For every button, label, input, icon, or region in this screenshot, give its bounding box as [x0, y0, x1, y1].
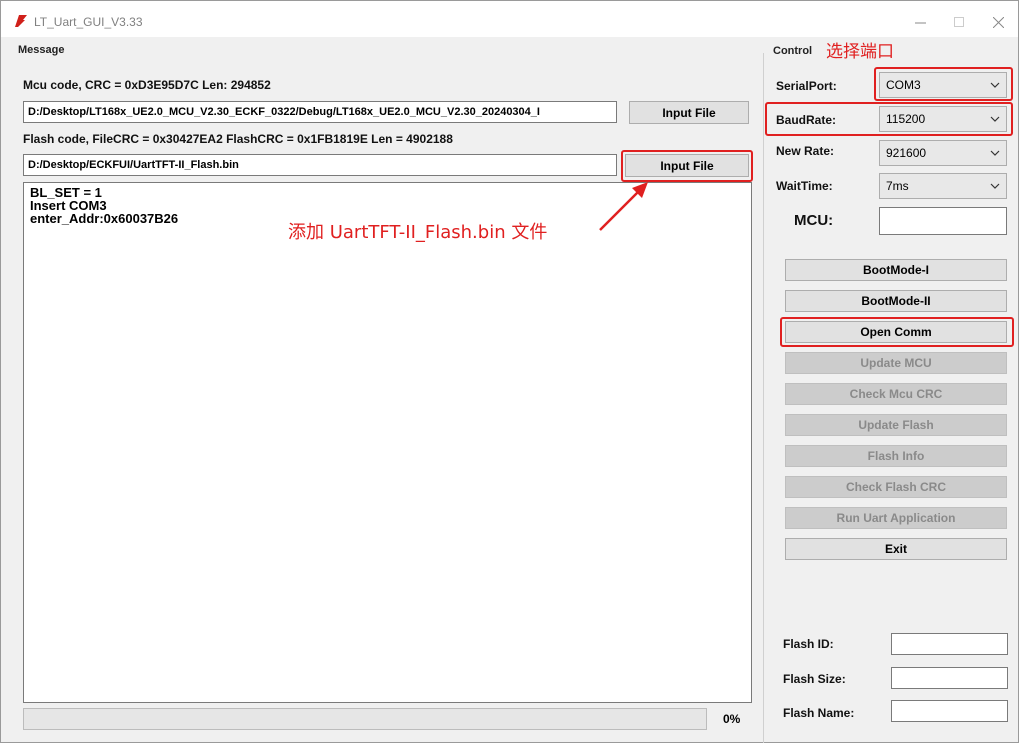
minimize-icon — [914, 22, 926, 23]
flash-id-label: Flash ID: — [783, 637, 834, 651]
highlight-baud-rate — [765, 102, 1013, 136]
mcu-label: MCU: — [794, 212, 834, 229]
flash-id-field[interactable] — [891, 633, 1008, 655]
wait-time-value: 7ms — [886, 179, 909, 193]
new-rate-value: 921600 — [886, 146, 927, 160]
group-separator — [763, 53, 764, 743]
mcu-code-label: Mcu code, CRC = 0xD3E95D7C Len: 294852 — [23, 78, 271, 92]
bootmode-1-button[interactable]: BootMode-I — [785, 259, 1007, 281]
new-rate-select[interactable]: 921600 — [879, 140, 1007, 166]
exit-button[interactable]: Exit — [785, 538, 1007, 560]
bootmode-2-button[interactable]: BootMode-II — [785, 290, 1007, 312]
flash-file-path-input[interactable]: D:/Desktop/ECKFUI/UartTFT-II_Flash.bin — [23, 154, 617, 176]
message-group-label: Message — [18, 44, 65, 56]
maximize-button[interactable] — [939, 9, 979, 35]
flash-size-field[interactable] — [891, 667, 1008, 689]
app-window: LT_Uart_GUI_V3.33 Message Mcu code, CRC … — [0, 0, 1019, 743]
highlight-serial-port — [874, 67, 1013, 101]
app-logo-icon — [14, 14, 28, 31]
progress-percent: 0% — [723, 712, 741, 726]
annotation-arrow-icon — [599, 182, 648, 231]
flash-name-field[interactable] — [891, 700, 1008, 722]
flash-name-label: Flash Name: — [783, 706, 855, 720]
control-group-label: Control — [773, 45, 813, 57]
check-mcu-crc-button[interactable]: Check Mcu CRC — [785, 383, 1007, 405]
chevron-down-icon — [990, 150, 1000, 156]
message-log[interactable]: BL_SET = 1 Insert COM3 enter_Addr:0x6003… — [23, 182, 752, 703]
flash-size-label: Flash Size: — [783, 672, 846, 686]
maximize-icon — [954, 17, 964, 27]
mcu-file-path-input[interactable]: D:/Desktop/LT168x_UE2.0_MCU_V2.30_ECKF_0… — [23, 101, 617, 123]
close-icon — [992, 16, 1004, 28]
mcu-field[interactable] — [879, 207, 1007, 235]
serial-port-label: SerialPort: — [776, 79, 837, 93]
mcu-input-file-button[interactable]: Input File — [629, 101, 749, 124]
wait-time-label: WaitTime: — [776, 179, 833, 193]
check-flash-crc-button[interactable]: Check Flash CRC — [785, 476, 1007, 498]
flash-info-button[interactable]: Flash Info — [785, 445, 1007, 467]
run-uart-application-button[interactable]: Run Uart Application — [785, 507, 1007, 529]
minimize-button[interactable] — [900, 9, 940, 35]
new-rate-label: New Rate: — [776, 144, 835, 158]
update-mcu-button[interactable]: Update MCU — [785, 352, 1007, 374]
annotation-select-port: 选择端口 — [826, 42, 894, 62]
update-flash-button[interactable]: Update Flash — [785, 414, 1007, 436]
wait-time-select[interactable]: 7ms — [879, 173, 1007, 199]
flash-code-label: Flash code, FileCRC = 0x30427EA2 FlashCR… — [23, 132, 453, 146]
progress-bar — [23, 708, 707, 730]
chevron-down-icon — [990, 183, 1000, 189]
close-button[interactable] — [978, 9, 1018, 35]
window-title: LT_Uart_GUI_V3.33 — [34, 15, 143, 29]
annotation-add-file: 添加 UartTFT-II_Flash.bin 文件 — [288, 222, 548, 243]
title-bar: LT_Uart_GUI_V3.33 — [1, 1, 1018, 37]
highlight-open-comm — [780, 317, 1014, 347]
